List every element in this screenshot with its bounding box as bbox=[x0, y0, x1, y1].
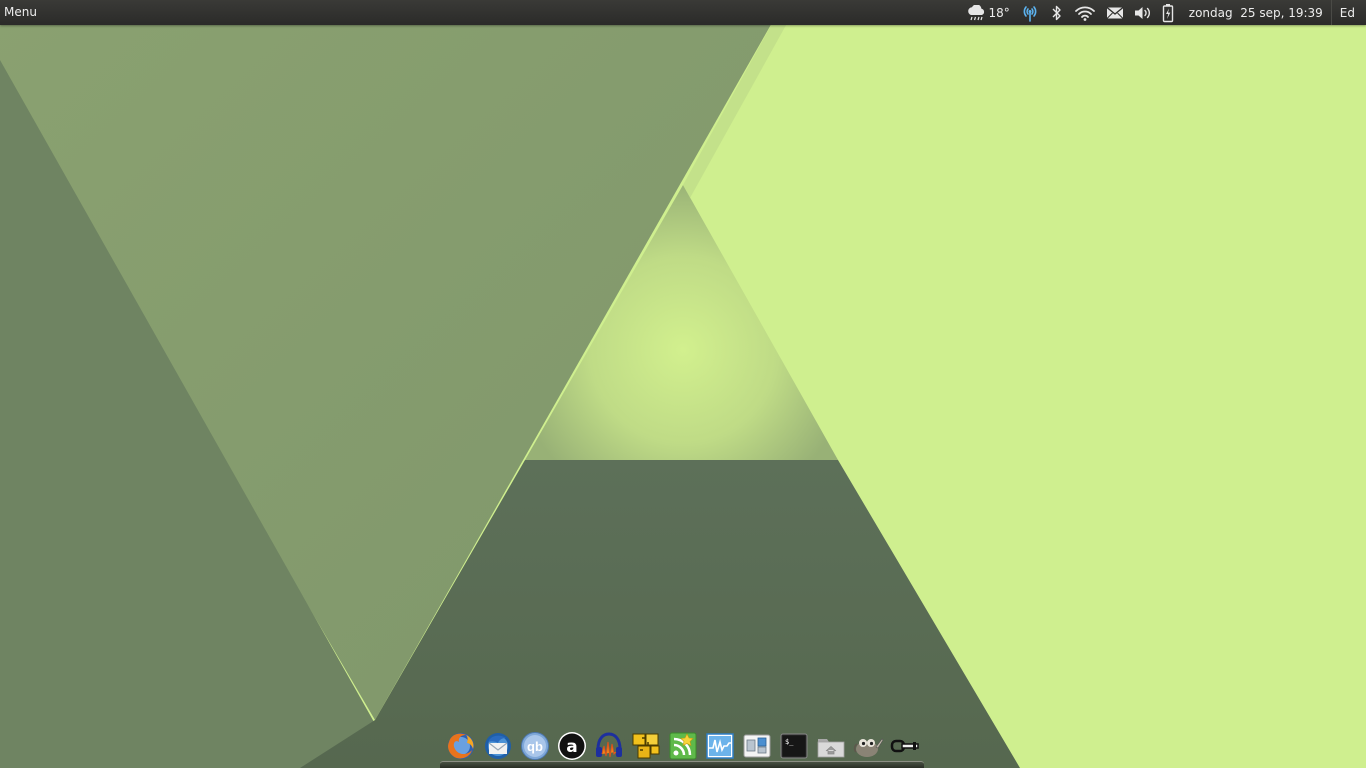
terminal-icon: $_ bbox=[780, 733, 807, 759]
amarok-icon: a bbox=[557, 732, 586, 760]
dock-launcher-audacity[interactable] bbox=[590, 728, 627, 764]
wallpaper bbox=[0, 0, 1366, 768]
firefox-icon bbox=[447, 733, 474, 759]
clock-text: zondag 25 sep, 19:39 bbox=[1188, 5, 1323, 20]
dock-launcher-workspace-switcher[interactable] bbox=[738, 728, 775, 764]
battery-indicator[interactable] bbox=[1157, 0, 1179, 25]
desktop: Menu 18° zondag 25 sep, 19:39 Ed qb a $_ bbox=[0, 0, 1366, 768]
dock-launcher-system-monitor[interactable] bbox=[701, 728, 738, 764]
user-session-menu[interactable]: Ed bbox=[1330, 0, 1366, 25]
top-panel: Menu 18° zondag 25 sep, 19:39 Ed bbox=[0, 0, 1366, 25]
menu-button[interactable]: Menu bbox=[0, 0, 43, 25]
thunderbird-icon bbox=[484, 733, 511, 759]
dock-launcher-firefox[interactable] bbox=[442, 728, 479, 764]
dock-launchers: qb a $_ bbox=[442, 728, 923, 764]
home-folder-icon bbox=[817, 739, 844, 758]
weather-indicator[interactable]: 18° bbox=[961, 0, 1015, 25]
gimp-icon bbox=[853, 738, 883, 757]
dock-launcher-home-folder[interactable] bbox=[812, 728, 849, 764]
volume-indicator[interactable] bbox=[1129, 0, 1157, 25]
bluetooth-icon bbox=[1050, 4, 1064, 22]
indicator-area: 18° zondag 25 sep, 19:39 Ed bbox=[961, 0, 1366, 25]
puzzle-game-icon bbox=[632, 733, 659, 759]
dock-launcher-thunderbird[interactable] bbox=[479, 728, 516, 764]
wifi-indicator[interactable] bbox=[1069, 0, 1101, 25]
weather-temperature: 18° bbox=[988, 5, 1010, 20]
mail-indicator[interactable] bbox=[1101, 0, 1129, 25]
volume-icon bbox=[1134, 5, 1152, 21]
svg-text:a: a bbox=[566, 737, 577, 757]
dock: qb a $_ bbox=[438, 724, 926, 768]
dock-launcher-tool[interactable] bbox=[886, 728, 923, 764]
dock-launcher-puzzle[interactable] bbox=[627, 728, 664, 764]
dock-launcher-qbittorrent[interactable]: qb bbox=[516, 728, 553, 764]
system-monitor-icon bbox=[705, 733, 734, 759]
user-name: Ed bbox=[1339, 5, 1355, 20]
battery-icon bbox=[1162, 3, 1174, 23]
weather-rain-icon bbox=[966, 4, 986, 21]
tool-icon bbox=[890, 739, 919, 753]
dock-launcher-gimp[interactable] bbox=[849, 728, 886, 764]
mail-icon bbox=[1106, 6, 1124, 20]
qbittorrent-icon: qb bbox=[520, 732, 549, 760]
dock-launcher-terminal[interactable]: $_ bbox=[775, 728, 812, 764]
dock-launcher-rss[interactable] bbox=[664, 728, 701, 764]
workspace-switcher-icon bbox=[743, 734, 770, 758]
hotspot-indicator[interactable] bbox=[1015, 0, 1045, 25]
svg-text:$_: $_ bbox=[785, 738, 794, 746]
clock-indicator[interactable]: zondag 25 sep, 19:39 bbox=[1179, 0, 1331, 25]
rss-reader-icon bbox=[669, 732, 696, 760]
wifi-icon bbox=[1074, 5, 1096, 21]
bluetooth-indicator[interactable] bbox=[1045, 0, 1069, 25]
hotspot-icon bbox=[1020, 4, 1040, 22]
svg-text:qb: qb bbox=[527, 739, 543, 754]
dock-launcher-amarok[interactable]: a bbox=[553, 728, 590, 764]
audacity-icon bbox=[595, 732, 622, 758]
